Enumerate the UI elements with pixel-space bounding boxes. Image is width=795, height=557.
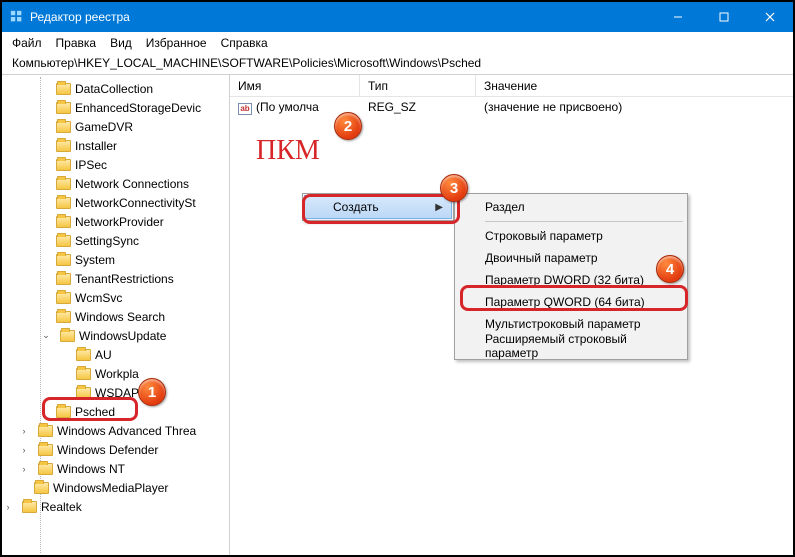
menubar: Файл Правка Вид Избранное Справка — [2, 32, 793, 54]
menu-item-label: Создать — [333, 200, 379, 214]
expander-icon[interactable]: › — [18, 425, 30, 437]
tree-label: Windows Defender — [57, 443, 158, 457]
folder-icon — [76, 368, 91, 380]
tree-label: WindowsUpdate — [79, 329, 166, 343]
folder-icon — [56, 121, 71, 133]
folder-icon — [56, 140, 71, 152]
tree-label: SettingSync — [75, 234, 139, 248]
tree-label: TenantRestrictions — [75, 272, 174, 286]
address-bar[interactable]: Компьютер\HKEY_LOCAL_MACHINE\SOFTWARE\Po… — [2, 54, 793, 74]
tree-label: NetworkConnectivitySt — [75, 196, 196, 210]
col-type[interactable]: Тип — [360, 75, 476, 96]
folder-icon — [56, 254, 71, 266]
folder-icon — [34, 482, 49, 494]
folder-icon — [60, 330, 75, 342]
expander-icon[interactable]: › — [18, 463, 30, 475]
window-title: Редактор реестра — [30, 10, 130, 24]
col-name[interactable]: Имя — [230, 75, 360, 96]
expander-icon[interactable]: › — [2, 501, 14, 513]
tree-label: DataCollection — [75, 82, 153, 96]
tree-label: Installer — [75, 139, 117, 153]
folder-icon — [56, 178, 71, 190]
context-menu-main: Создать ▶ — [302, 193, 454, 221]
cell-value: (значение не присвоено) — [476, 100, 793, 114]
tree-label: GameDVR — [75, 120, 133, 134]
main-area: DataCollection EnhancedStorageDevic Game… — [2, 75, 793, 555]
tree-label: WcmSvc — [75, 291, 122, 305]
folder-icon — [56, 406, 71, 418]
tree-label: IPSec — [75, 158, 107, 172]
tree-label: AU — [95, 348, 112, 362]
tree-label: EnhancedStorageDevic — [75, 101, 201, 115]
folder-icon — [56, 292, 71, 304]
folder-icon — [56, 159, 71, 171]
menu-item-section[interactable]: Раздел — [457, 196, 685, 218]
menu-file[interactable]: Файл — [12, 36, 42, 50]
tree-label: Realtek — [41, 500, 82, 514]
folder-icon — [56, 216, 71, 228]
menu-separator — [485, 221, 683, 222]
annotation-pkm: ПКМ — [256, 135, 320, 167]
tree-label: Workpla — [95, 367, 139, 381]
tree-label: WSDAP — [95, 386, 139, 400]
menu-item-expandstring[interactable]: Расширяемый строковый параметр — [457, 335, 685, 357]
menu-item-binary[interactable]: Двоичный параметр — [457, 247, 685, 269]
menu-item-string[interactable]: Строковый параметр — [457, 225, 685, 247]
tree-label: Windows Search — [75, 310, 165, 324]
col-value[interactable]: Значение — [476, 75, 793, 96]
folder-icon — [38, 444, 53, 456]
menu-edit[interactable]: Правка — [56, 36, 97, 50]
menu-favorites[interactable]: Избранное — [146, 36, 207, 50]
menu-view[interactable]: Вид — [110, 36, 132, 50]
menu-item-qword[interactable]: Параметр QWORD (64 бита) — [457, 291, 685, 313]
folder-icon — [56, 311, 71, 323]
list-header: Имя Тип Значение — [230, 75, 793, 97]
context-menu-create-sub: Раздел Строковый параметр Двоичный парам… — [454, 193, 688, 360]
expander-open-icon[interactable]: ⌄ — [40, 330, 52, 342]
tree-label: Windows Advanced Threa — [57, 424, 196, 438]
app-icon — [10, 10, 24, 24]
list-row-default[interactable]: ab (По умолча REG_SZ (значение не присвое… — [230, 97, 793, 117]
minimize-button[interactable] — [655, 2, 701, 32]
cell-name: (По умолча — [256, 100, 319, 114]
folder-icon — [56, 197, 71, 209]
values-panel: Имя Тип Значение ab (По умолча REG_SZ (зн… — [230, 75, 793, 555]
maximize-button[interactable] — [701, 2, 747, 32]
tree-label: System — [75, 253, 115, 267]
folder-icon — [56, 235, 71, 247]
folder-icon — [56, 83, 71, 95]
menu-help[interactable]: Справка — [221, 36, 268, 50]
folder-icon — [22, 501, 37, 513]
close-button[interactable] — [747, 2, 793, 32]
string-value-icon: ab — [238, 103, 252, 115]
folder-icon — [38, 425, 53, 437]
folder-icon — [76, 349, 91, 361]
tree-label: Network Connections — [75, 177, 189, 191]
tree-panel: DataCollection EnhancedStorageDevic Game… — [2, 75, 230, 555]
tree-label: Psched — [75, 405, 115, 419]
tree-label: Windows NT — [57, 462, 125, 476]
expander-icon[interactable]: › — [18, 444, 30, 456]
chevron-right-icon: ▶ — [435, 202, 443, 213]
folder-icon — [76, 387, 91, 399]
folder-icon — [38, 463, 53, 475]
folder-icon — [56, 273, 71, 285]
cell-type: REG_SZ — [360, 100, 476, 114]
menu-item-dword[interactable]: Параметр DWORD (32 бита) — [457, 269, 685, 291]
tree-label: WindowsMediaPlayer — [53, 481, 168, 495]
titlebar: Редактор реестра — [2, 2, 793, 32]
tree-label: NetworkProvider — [75, 215, 164, 229]
menu-item-create[interactable]: Создать ▶ — [304, 195, 452, 219]
folder-icon — [56, 102, 71, 114]
